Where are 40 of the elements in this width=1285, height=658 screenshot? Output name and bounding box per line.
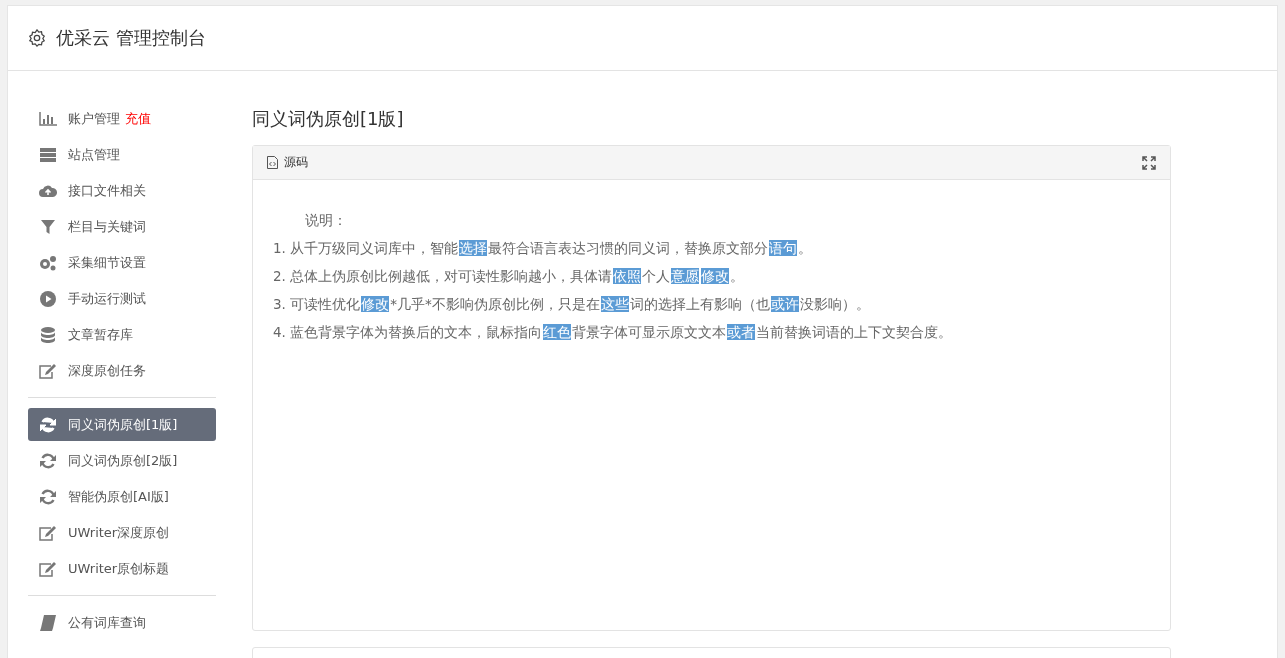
refresh-icon [40,416,56,433]
gears-icon [39,254,57,271]
panel-title: 源码 [284,154,308,171]
sidebar-item[interactable]: 同义词伪原创[2版] [28,444,216,477]
sidebar-item[interactable]: 公有词库查询 [28,606,216,639]
note-line: 3. 可读性优化修改*几乎*不影响伪原创比例，只是在这些词的选择上有影响（也或许没影响）。 [273,295,871,314]
recharge-link[interactable]: 充值 [125,109,151,128]
sidebar-item[interactable]: UWriter原创标题 [28,552,216,585]
code-file-icon [267,156,278,169]
refresh-icon [40,488,56,505]
sidebar-item[interactable]: 深度原创任务 [28,354,216,387]
sidebar-item[interactable]: 文章暂存库 [28,318,216,351]
cloud-upload-icon [39,184,57,197]
settings-icon [28,29,46,47]
edit-icon [39,524,57,541]
sidebar-item[interactable]: 智能伪原创[AI版] [28,480,216,513]
sidebar-item[interactable]: 采集细节设置 [28,246,216,279]
sidebar-item[interactable]: 接口文件相关 [28,174,216,207]
notes-heading: 说明： [304,211,348,230]
refresh-icon [40,452,56,469]
filter-icon [41,219,55,234]
sidebar-item[interactable]: 栏目与关键词 [28,210,216,243]
sidebar-item[interactable]: 账户管理 [68,109,120,128]
page-title: 同义词伪原创[1版] [252,107,405,131]
sidebar-item[interactable]: UWriter深度原创 [28,516,216,549]
bar-chart-icon [39,111,57,126]
edit-icon [39,362,57,379]
sidebar-item[interactable]: 同义词伪原创[1版] [28,408,216,441]
note-line: 4. 蓝色背景字体为替换后的文本，鼠标指向 红色背景字体可显示原文文本或者当前替换词语的上下文契合度。 [273,323,954,342]
console-title: 优采云 管理控制台 [56,26,206,50]
edit-icon [39,560,57,577]
database-icon [41,326,55,343]
book-icon [40,614,56,631]
note-line: 1. 从千万级同义词库中，智能选择最符合语言表达习惯的同义词，替换原文部分语句。 [273,239,814,258]
sidebar-item[interactable]: 手动运行测试 [28,282,216,315]
fullscreen-icon[interactable] [1142,155,1156,170]
play-icon [40,290,56,307]
server-icon [40,147,56,162]
sidebar-item[interactable]: 站点管理 [28,138,216,171]
note-line: 2. 总体上伪原创比例越低，对可读性影响越小，具体请依照个人意愿修改。 [273,267,746,286]
